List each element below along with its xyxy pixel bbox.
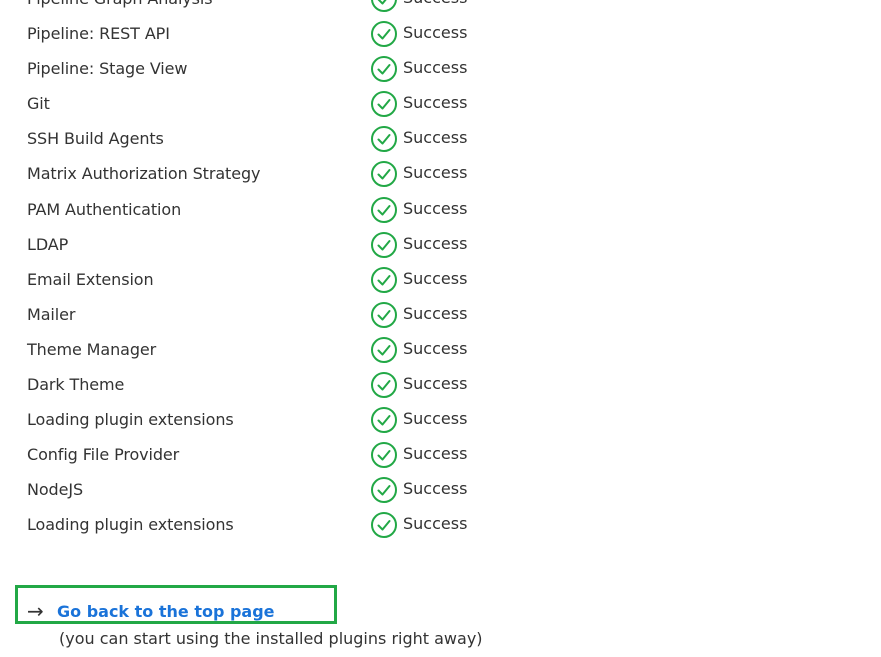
status-label: Success [403, 374, 468, 394]
check-circle-icon [371, 0, 397, 12]
plugin-status: Success [370, 371, 467, 399]
plugin-name: Git [27, 94, 50, 114]
check-circle-icon [371, 407, 397, 434]
go-back-link-label: Go back to the top page [57, 601, 275, 621]
plugin-name: SSH Build Agents [27, 129, 164, 149]
check-circle-icon [371, 512, 397, 539]
plugin-name: Matrix Authorization Strategy [27, 164, 261, 184]
plugin-row: Config File Provider Success [0, 438, 881, 473]
plugin-row: LDAP Success [0, 228, 881, 263]
status-label: Success [403, 409, 468, 429]
plugin-name: PAM Authentication [27, 199, 182, 219]
plugin-row: Pipeline: REST API Success [0, 17, 881, 52]
plugin-name: Loading plugin extensions [27, 515, 234, 535]
plugin-status: Success [370, 476, 467, 504]
footer-hint: (you can start using the installed plugi… [59, 629, 483, 648]
plugin-row: Mailer Success [0, 298, 881, 333]
plugin-row: NodeJS Success [0, 473, 881, 508]
plugin-status: Success [370, 406, 467, 434]
plugin-name: Email Extension [27, 269, 154, 289]
check-circle-icon [371, 126, 397, 153]
plugin-name: Mailer [27, 304, 76, 324]
status-label: Success [403, 303, 468, 323]
plugin-name: LDAP [27, 234, 69, 254]
plugin-name: Loading plugin extensions [27, 410, 234, 430]
plugin-name: Pipeline: REST API [27, 24, 170, 44]
plugin-status: Success [370, 511, 467, 539]
plugin-status: Success [370, 55, 467, 83]
status-label: Success [403, 163, 468, 183]
check-circle-icon [371, 442, 397, 469]
plugin-row: Loading plugin extensions Success [0, 403, 881, 438]
plugin-name: Config File Provider [27, 445, 180, 465]
check-circle-icon [371, 161, 397, 188]
arrow-right-icon: → [27, 599, 44, 623]
plugin-install-status-list: Pipeline Graph AnalysisSuccessPipeline: … [0, 0, 881, 544]
plugin-row: Git Success [0, 87, 881, 122]
plugin-name: Dark Theme [27, 375, 125, 395]
go-back-to-top-link[interactable]: → Go back to the top page [27, 601, 275, 621]
status-label: Success [403, 338, 468, 358]
plugin-name: Pipeline Graph Analysis [27, 0, 213, 8]
status-label: Success [403, 444, 468, 464]
check-circle-icon [371, 21, 397, 48]
check-circle-icon [371, 477, 397, 504]
plugin-row: Email Extension Success [0, 263, 881, 298]
plugin-row: Dark Theme Success [0, 368, 881, 403]
check-circle-icon [371, 56, 397, 83]
check-circle-icon [371, 266, 397, 293]
status-label: Success [403, 268, 468, 288]
status-label: Success [403, 93, 468, 113]
plugin-status: Success [370, 90, 467, 118]
plugin-row: SSH Build Agents Success [0, 122, 881, 157]
plugin-status: Success [370, 301, 467, 329]
plugin-status: Success [370, 125, 467, 153]
status-label: Success [403, 0, 467, 7]
check-circle-icon [371, 231, 397, 258]
check-circle-icon [371, 91, 397, 118]
plugin-status: Success [370, 336, 467, 364]
plugin-row: Loading plugin extensions Success [0, 508, 881, 543]
plugin-row: Theme Manager Success [0, 333, 881, 368]
plugin-status: Success [370, 441, 467, 469]
check-circle-icon [371, 372, 397, 399]
status-label: Success [403, 233, 468, 253]
plugin-row: Matrix Authorization Strategy Success [0, 157, 881, 192]
plugin-name: NodeJS [27, 480, 84, 500]
plugin-status: Success [370, 160, 467, 188]
check-circle-icon [371, 196, 397, 223]
plugin-name: Theme Manager [27, 339, 157, 359]
status-label: Success [403, 514, 468, 534]
status-label: Success [403, 58, 468, 78]
plugin-status: Success [370, 231, 467, 259]
status-label: Success [403, 198, 468, 218]
plugin-status: Success [370, 20, 467, 48]
plugin-row: Pipeline: Stage View Success [0, 52, 881, 87]
plugin-status: Success [370, 0, 467, 13]
check-circle-icon [371, 301, 397, 328]
status-label: Success [403, 479, 468, 499]
plugin-row: PAM Authentication Success [0, 193, 881, 228]
status-label: Success [403, 128, 468, 148]
plugin-name: Pipeline: Stage View [27, 59, 188, 79]
check-circle-icon [371, 336, 397, 363]
plugin-row: Pipeline Graph Analysis Success [0, 0, 881, 17]
plugin-status: Success [370, 196, 467, 224]
status-label: Success [403, 23, 468, 43]
plugin-status: Success [370, 266, 467, 294]
